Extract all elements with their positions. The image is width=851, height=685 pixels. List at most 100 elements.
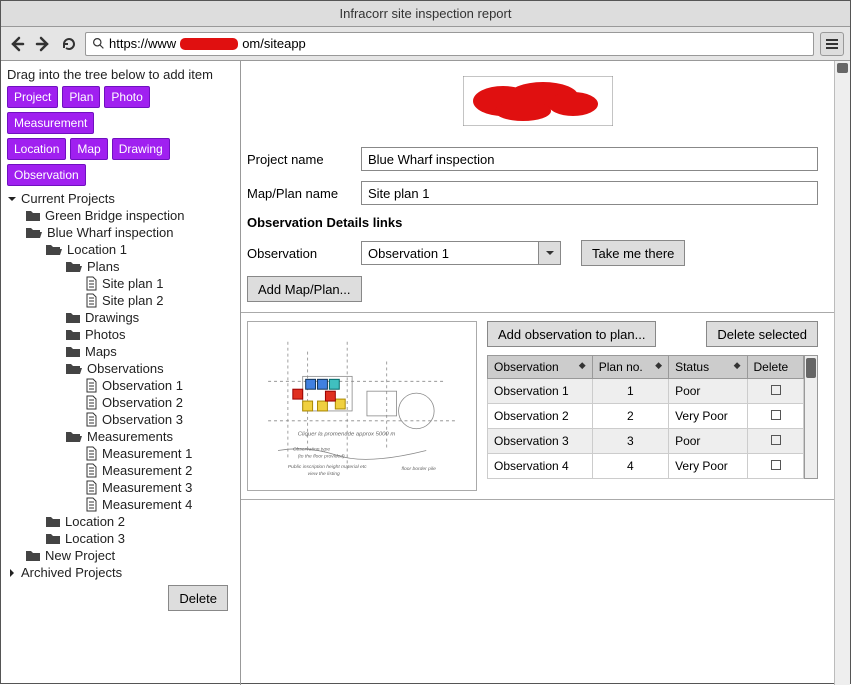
reload-button[interactable] — [59, 34, 79, 54]
tree-site-plan-1[interactable]: Site plan 1 — [5, 275, 236, 292]
add-map-plan-button[interactable]: Add Map/Plan... — [247, 276, 362, 302]
tree-observation-1[interactable]: Observation 1 — [5, 377, 236, 394]
tree-location-2[interactable]: Location 2 — [5, 513, 236, 530]
tree-plans[interactable]: Plans — [5, 258, 236, 275]
reload-icon — [61, 36, 77, 52]
delete-checkbox[interactable] — [771, 385, 781, 395]
project-name-label: Project name — [247, 152, 361, 167]
folder-icon — [45, 515, 61, 528]
svg-text:Observation type: Observation type — [293, 446, 331, 452]
tag-location[interactable]: Location — [7, 138, 66, 160]
arrow-left-icon — [9, 36, 25, 52]
observation-label: Observation — [247, 246, 361, 261]
table-row[interactable]: Observation 1 1 Poor — [488, 379, 804, 404]
tag-plan[interactable]: Plan — [62, 86, 100, 108]
document-icon — [85, 463, 98, 478]
svg-text:Cliquer la promenade approx 50: Cliquer la promenade approx 5000 m — [298, 432, 396, 438]
tree-green-bridge[interactable]: Green Bridge inspection — [5, 207, 236, 224]
project-name-input[interactable] — [361, 147, 818, 171]
tree-archived-projects[interactable]: Archived Projects — [5, 564, 236, 581]
tree-blue-wharf[interactable]: Blue Wharf inspection — [5, 224, 236, 241]
delete-selected-button[interactable]: Delete selected — [706, 321, 818, 347]
sort-icon: ◆ — [655, 360, 662, 371]
folder-open-icon — [65, 362, 83, 375]
content-pane: Project name Map/Plan name Observation D… — [241, 61, 850, 685]
document-icon — [85, 497, 98, 512]
document-icon — [85, 276, 98, 291]
tree-observation-2[interactable]: Observation 2 — [5, 394, 236, 411]
hamburger-icon — [825, 37, 839, 51]
map-thumbnail[interactable]: Cliquer la promenade approx 5000 m Obser… — [247, 321, 477, 491]
tree-location-1[interactable]: Location 1 — [5, 241, 236, 258]
tree-measurement-4[interactable]: Measurement 4 — [5, 496, 236, 513]
back-button[interactable] — [7, 34, 27, 54]
tag-map[interactable]: Map — [70, 138, 107, 160]
sort-icon: ◆ — [579, 360, 586, 371]
content-scrollbar[interactable] — [834, 61, 850, 685]
svg-text:(to the floor provided): (to the floor provided) — [298, 453, 345, 459]
tag-photo[interactable]: Photo — [104, 86, 149, 108]
table-row[interactable]: Observation 2 2 Very Poor — [488, 404, 804, 429]
add-observation-button[interactable]: Add observation to plan... — [487, 321, 656, 347]
tree-location-3[interactable]: Location 3 — [5, 530, 236, 547]
tag-drawing[interactable]: Drawing — [112, 138, 170, 160]
folder-icon — [25, 209, 41, 222]
delete-checkbox[interactable] — [771, 410, 781, 420]
tag-project[interactable]: Project — [7, 86, 58, 108]
folder-icon — [65, 345, 81, 358]
tree-measurement-3[interactable]: Measurement 3 — [5, 479, 236, 496]
tree-measurements[interactable]: Measurements — [5, 428, 236, 445]
tag-measurement[interactable]: Measurement — [7, 112, 94, 134]
delete-checkbox[interactable] — [771, 460, 781, 470]
sort-icon: ◆ — [734, 360, 741, 371]
col-plan-no[interactable]: Plan no.◆ — [592, 356, 668, 379]
arrow-right-icon — [35, 36, 51, 52]
observation-dropdown-value: Observation 1 — [362, 246, 538, 261]
form-area: Project name Map/Plan name Observation D… — [241, 141, 834, 313]
map-plan-name-label: Map/Plan name — [247, 186, 361, 201]
map-plan-name-input[interactable] — [361, 181, 818, 205]
col-observation[interactable]: Observation◆ — [488, 356, 593, 379]
folder-icon — [65, 328, 81, 341]
tree-current-projects[interactable]: Current Projects — [5, 190, 236, 207]
observation-details-links-heading: Observation Details links — [247, 215, 818, 230]
tree-new-project[interactable]: New Project — [5, 547, 236, 564]
url-bar[interactable]: https://wwwom/siteapp — [85, 32, 814, 56]
logo-redacted — [463, 76, 613, 126]
tree-measurement-1[interactable]: Measurement 1 — [5, 445, 236, 462]
menu-button[interactable] — [820, 32, 844, 56]
table-scrollbar[interactable] — [804, 355, 818, 479]
svg-text:floor border pile: floor border pile — [402, 466, 437, 472]
dropdown-toggle[interactable] — [538, 242, 560, 264]
tag-palette-2: Location Map Drawing Observation — [5, 138, 236, 186]
tree-measurement-2[interactable]: Measurement 2 — [5, 462, 236, 479]
tree-site-plan-2[interactable]: Site plan 2 — [5, 292, 236, 309]
tree-observation-3[interactable]: Observation 3 — [5, 411, 236, 428]
col-status[interactable]: Status◆ — [669, 356, 747, 379]
delete-checkbox[interactable] — [771, 435, 781, 445]
take-me-there-button[interactable]: Take me there — [581, 240, 685, 266]
document-icon — [85, 378, 98, 393]
caret-right-icon — [7, 568, 17, 578]
delete-button[interactable]: Delete — [168, 585, 228, 611]
tree-drawings[interactable]: Drawings — [5, 309, 236, 326]
tree-observations[interactable]: Observations — [5, 360, 236, 377]
document-icon — [85, 293, 98, 308]
sidebar: Drag into the tree below to add item Pro… — [1, 61, 241, 685]
tree-photos[interactable]: Photos — [5, 326, 236, 343]
folder-open-icon — [25, 226, 43, 239]
table-row[interactable]: Observation 4 4 Very Poor — [488, 454, 804, 479]
observation-dropdown[interactable]: Observation 1 — [361, 241, 561, 265]
observations-table: Observation◆ Plan no.◆ Status◆ Delete Ob… — [487, 355, 804, 479]
observations-panel: Add observation to plan... Delete select… — [487, 321, 818, 491]
forward-button[interactable] — [33, 34, 53, 54]
browser-toolbar: https://wwwom/siteapp — [1, 27, 850, 61]
document-icon — [85, 395, 98, 410]
document-icon — [85, 412, 98, 427]
tag-observation[interactable]: Observation — [7, 164, 86, 186]
folder-icon — [45, 532, 61, 545]
tree-maps[interactable]: Maps — [5, 343, 236, 360]
folder-icon — [25, 549, 41, 562]
table-row[interactable]: Observation 3 3 Poor — [488, 429, 804, 454]
folder-icon — [65, 311, 81, 324]
